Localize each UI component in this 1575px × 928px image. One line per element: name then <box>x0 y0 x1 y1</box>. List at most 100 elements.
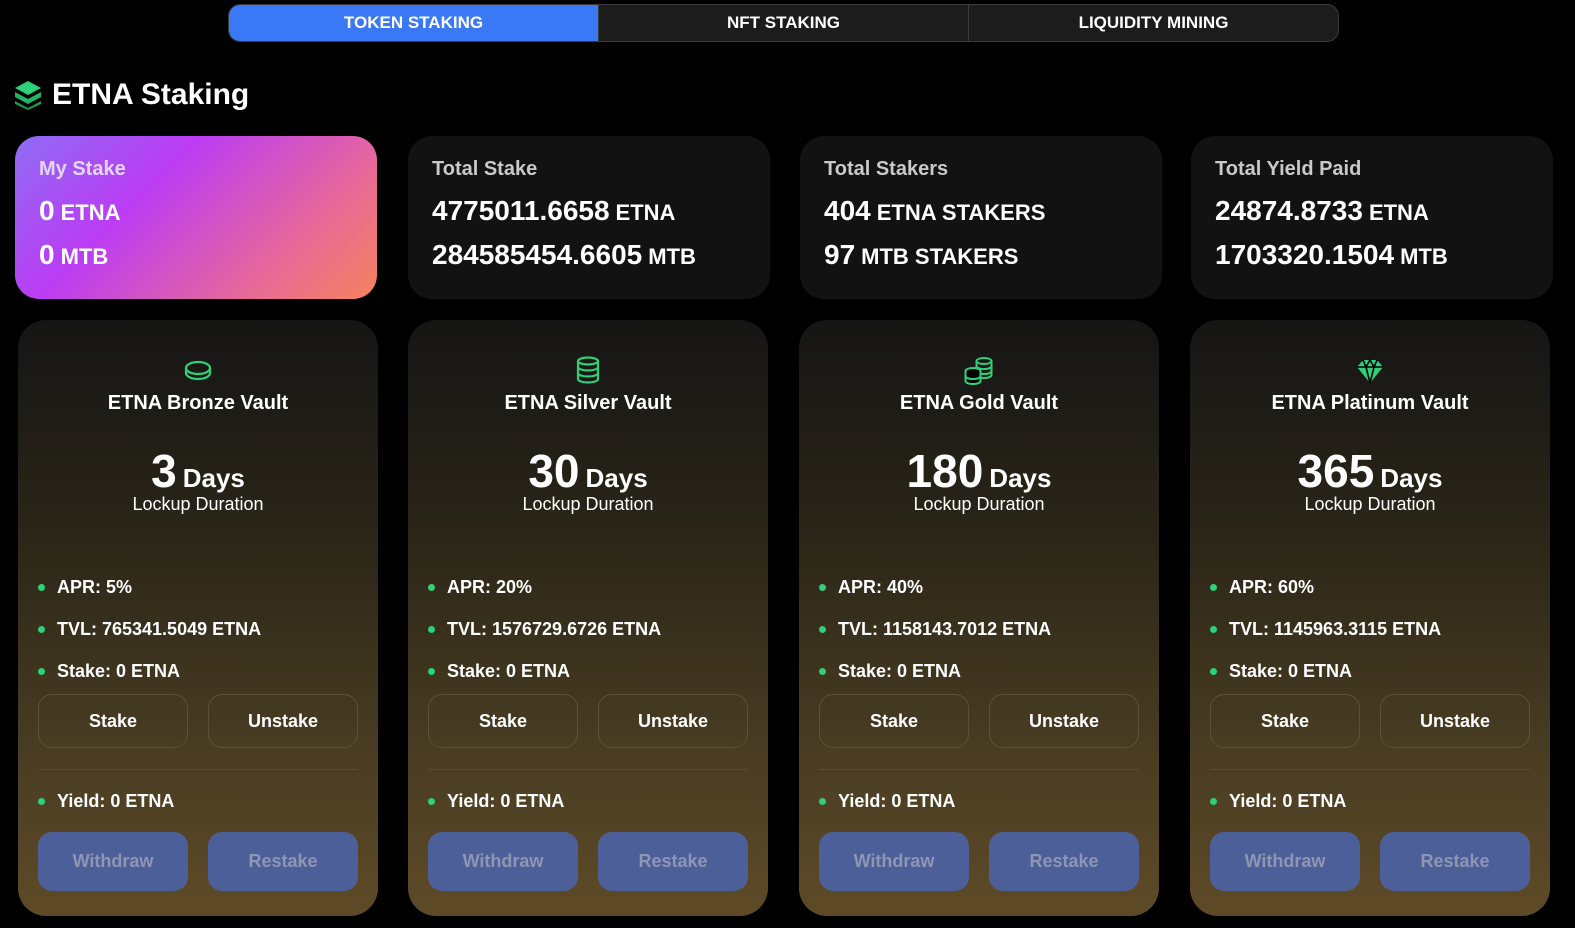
lockup-days-value: 30 <box>528 445 580 497</box>
stat-unit: ETNA <box>60 200 121 225</box>
tvl-item: TVL: 1576729.6726 ETNA <box>428 608 661 650</box>
vault-card-gold: ETNA Gold Vault 180 Days Lockup Duration … <box>799 320 1159 916</box>
apr-item: APR: 40% <box>819 566 1051 608</box>
withdraw-button[interactable]: Withdraw <box>38 832 188 891</box>
bullet-icon <box>1210 667 1217 675</box>
stat-unit: MTB <box>648 244 696 269</box>
coin-stack-icon <box>576 356 600 384</box>
my-stake-card: My Stake 0 ETNA 0 MTB <box>15 136 377 299</box>
bullet-icon <box>819 583 826 591</box>
page-title-text: ETNA Staking <box>52 78 250 111</box>
lockup-label: Lockup Duration <box>913 494 1045 514</box>
stat-unit: ETNA <box>1368 200 1429 225</box>
etna-logo-icon <box>15 81 41 110</box>
tab-token-staking[interactable]: TOKEN STAKING <box>229 5 598 41</box>
withdraw-button[interactable]: Withdraw <box>1210 832 1360 891</box>
stat-value: 0 <box>39 195 55 226</box>
stat-value: 4775011.6658 <box>432 195 610 226</box>
stake-button[interactable]: Stake <box>38 694 188 748</box>
unstake-button[interactable]: Unstake <box>208 694 358 748</box>
tvl-item: TVL: 765341.5049 ETNA <box>38 608 261 650</box>
restake-button[interactable]: Restake <box>598 832 748 891</box>
stat-label: Total Stakers <box>824 158 949 180</box>
total-stake-card: Total Stake 4775011.6658 ETNA 284585454.6… <box>408 136 770 299</box>
total-stakers-card: Total Stakers 404 ETNA STAKERS 97 MTB STAK… <box>800 136 1162 299</box>
restake-button[interactable]: Restake <box>989 832 1139 891</box>
withdraw-button[interactable]: Withdraw <box>819 832 969 891</box>
apr-text: APR: 40% <box>838 576 924 597</box>
divider <box>428 769 748 770</box>
lockup-days-unit: Days <box>585 463 648 493</box>
stake-button[interactable]: Stake <box>1210 694 1360 748</box>
bullet-icon <box>38 797 45 805</box>
stat-value: 284585454.6605 <box>432 239 643 270</box>
stat-label: Total Yield Paid <box>1215 158 1362 180</box>
tvl-item: TVL: 1158143.7012 ETNA <box>819 608 1051 650</box>
tvl-text: TVL: 1576729.6726 ETNA <box>447 618 662 639</box>
vault-details: APR: 60% TVL: 1145963.3115 ETNA Stake: 0… <box>1210 566 1441 692</box>
divider <box>1210 769 1530 770</box>
yield-text: Yield: 0 ETNA <box>447 790 565 811</box>
lockup-days: 180 Days <box>799 444 1159 498</box>
stat-unit: ETNA STAKERS <box>876 200 1046 225</box>
stake-item: Stake: 0 ETNA <box>428 650 661 692</box>
tvl-text: TVL: 1158143.7012 ETNA <box>838 618 1052 639</box>
yield-text: Yield: 0 ETNA <box>838 790 956 811</box>
lockup-days-value: 3 <box>151 445 177 497</box>
vault-details: APR: 5% TVL: 765341.5049 ETNA Stake: 0 E… <box>38 566 261 692</box>
diamond-icon <box>1357 358 1383 384</box>
vault-card-silver: ETNA Silver Vault 30 Days Lockup Duration… <box>408 320 768 916</box>
lockup-days-unit: Days <box>1380 463 1443 493</box>
bullet-icon <box>819 625 826 633</box>
lockup-days: 30 Days <box>408 444 768 498</box>
stat-value: 404 <box>824 195 871 226</box>
stake-text: Stake: 0 ETNA <box>838 660 962 681</box>
withdraw-button[interactable]: Withdraw <box>428 832 578 891</box>
unstake-button[interactable]: Unstake <box>989 694 1139 748</box>
apr-text: APR: 5% <box>57 576 133 597</box>
stat-value: 24874.8733 <box>1215 195 1363 226</box>
unstake-button[interactable]: Unstake <box>598 694 748 748</box>
stat-value: 0 <box>39 239 55 270</box>
tab-nft-staking[interactable]: NFT STAKING <box>598 5 968 41</box>
lockup-days-value: 180 <box>906 445 984 497</box>
stat-unit: MTB <box>1400 244 1448 269</box>
stat-value: 1703320.1504 <box>1215 239 1395 270</box>
divider <box>819 769 1139 770</box>
restake-button[interactable]: Restake <box>208 832 358 891</box>
stat-label: Total Stake <box>432 158 538 180</box>
bullet-icon <box>1210 583 1217 591</box>
unstake-button[interactable]: Unstake <box>1380 694 1530 748</box>
stake-button[interactable]: Stake <box>428 694 578 748</box>
stake-text: Stake: 0 ETNA <box>1229 660 1353 681</box>
tvl-text: TVL: 765341.5049 ETNA <box>57 618 262 639</box>
stat-value: 97 <box>824 239 856 270</box>
bullet-icon <box>38 667 45 675</box>
tab-liquidity-mining[interactable]: LIQUIDITY MINING <box>968 5 1338 41</box>
lockup-days: 365 Days <box>1190 444 1550 498</box>
page-title: ETNA Staking <box>14 78 249 112</box>
yield-item: Yield: 0 ETNA <box>819 780 955 822</box>
staking-tabs: TOKEN STAKING NFT STAKING LIQUIDITY MINI… <box>228 4 1339 42</box>
stat-unit: ETNA <box>615 200 676 225</box>
tvl-item: TVL: 1145963.3115 ETNA <box>1210 608 1441 650</box>
stake-button[interactable]: Stake <box>819 694 969 748</box>
yield-text: Yield: 0 ETNA <box>57 790 175 811</box>
coins-icon <box>964 357 993 386</box>
stat-unit: MTB STAKERS <box>861 244 1019 269</box>
divider <box>38 769 358 770</box>
apr-item: APR: 20% <box>428 566 661 608</box>
restake-button[interactable]: Restake <box>1380 832 1530 891</box>
total-yield-card: Total Yield Paid 24874.8733 ETNA 1703320.… <box>1191 136 1553 299</box>
apr-text: APR: 60% <box>1229 576 1315 597</box>
bullet-icon <box>428 797 435 805</box>
lockup-days-unit: Days <box>182 463 245 493</box>
stat-label: My Stake <box>39 158 126 180</box>
vault-name: ETNA Gold Vault <box>899 392 1059 414</box>
vault-card-platinum: ETNA Platinum Vault 365 Days Lockup Durat… <box>1190 320 1550 916</box>
bullet-icon <box>819 667 826 675</box>
lockup-days-unit: Days <box>989 463 1052 493</box>
lockup-label: Lockup Duration <box>522 494 654 514</box>
lockup-label: Lockup Duration <box>1304 494 1436 514</box>
vault-name: ETNA Platinum Vault <box>1271 392 1469 414</box>
